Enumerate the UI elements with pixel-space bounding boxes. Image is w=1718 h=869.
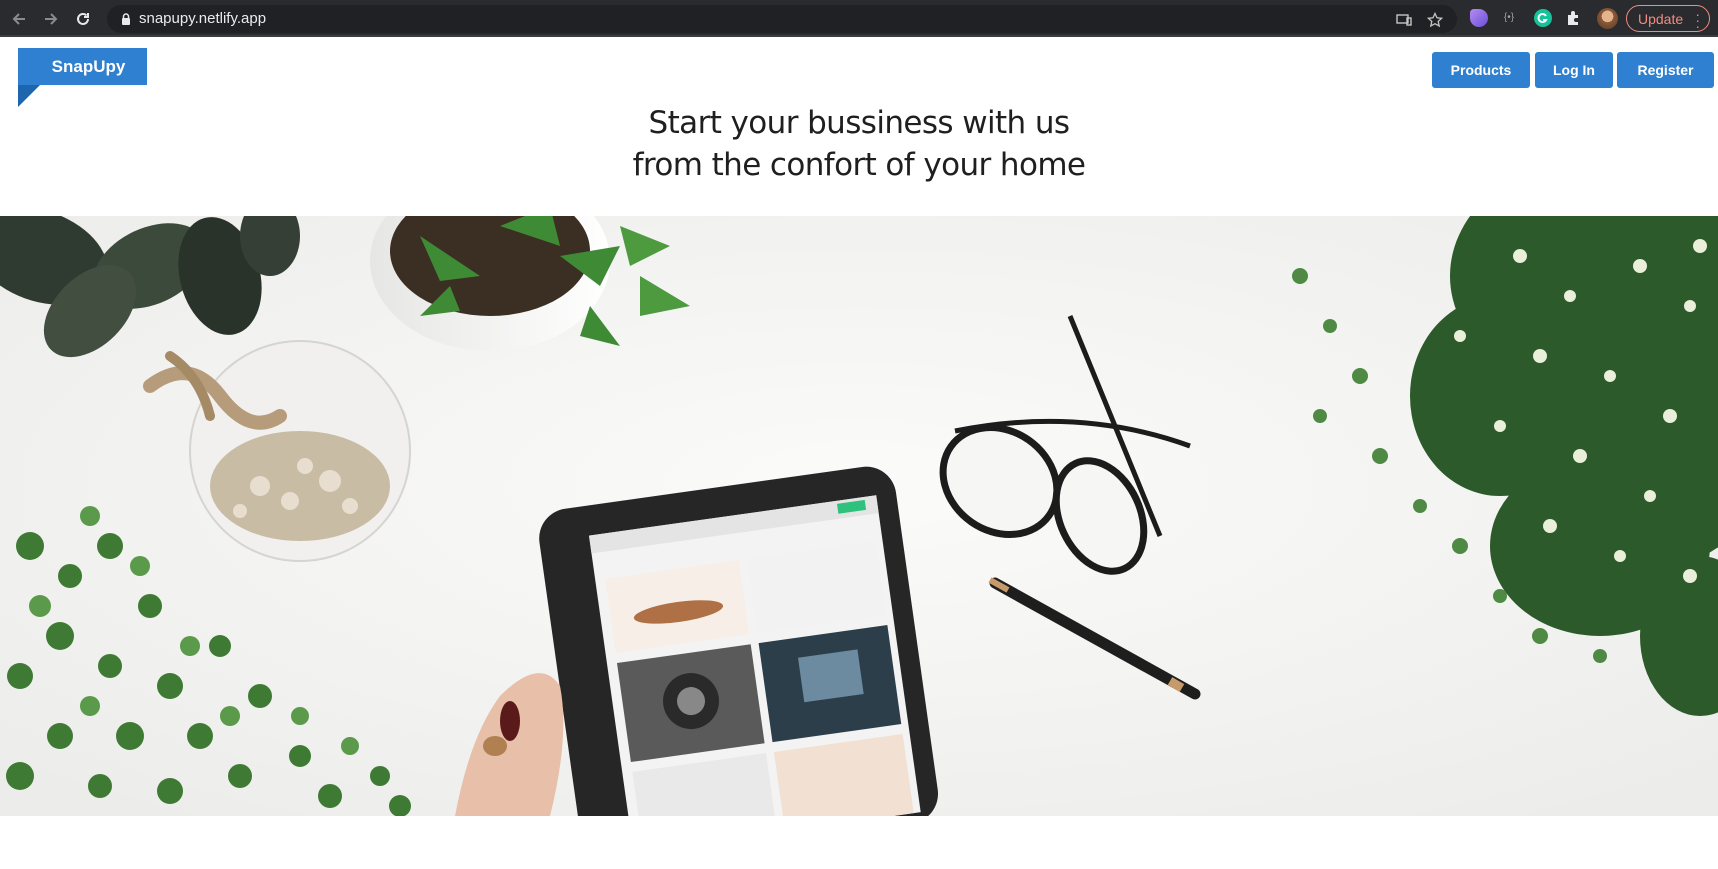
reload-button[interactable] [71, 7, 95, 31]
desk-scene-illustration: SAMSUNG [0, 216, 1718, 816]
more-vert-icon: · · · [1695, 6, 1700, 34]
grammarly-icon[interactable] [1534, 9, 1552, 27]
hero-heading: Start your bussiness with us from the co… [0, 102, 1718, 186]
products-label: Products [1450, 62, 1512, 78]
products-button[interactable]: Products [1432, 52, 1530, 88]
site-logo[interactable]: SnapUpy [18, 48, 147, 85]
hero-heading-line-1: Start your bussiness with us [648, 105, 1070, 141]
extension-purple-icon[interactable] [1470, 9, 1488, 27]
login-button[interactable]: Log In [1535, 52, 1613, 88]
register-label: Register [1637, 62, 1694, 78]
hero-heading-line-2: from the confort of your home [632, 147, 1086, 183]
reload-icon [77, 12, 89, 25]
browser-toolbar: snapupy.netlify.app {•} Update · · · [0, 0, 1718, 37]
back-button[interactable] [7, 7, 31, 31]
lock-icon [122, 13, 130, 25]
star-icon[interactable] [1427, 12, 1443, 28]
forward-button[interactable] [39, 7, 63, 31]
cast-icon[interactable] [1396, 12, 1412, 28]
address-bar[interactable]: snapupy.netlify.app [107, 5, 1457, 33]
register-button[interactable]: Register [1617, 52, 1714, 88]
avatar[interactable] [1597, 8, 1618, 29]
arrow-right-icon [45, 13, 58, 25]
hero-image: SAMSUNG [0, 216, 1718, 816]
update-label: Update [1638, 10, 1684, 27]
arrow-left-icon [12, 13, 25, 25]
tablet: SAMSUNG [539, 466, 939, 816]
extension-brackets-icon[interactable]: {•} [1500, 9, 1518, 27]
url-text: snapupy.netlify.app [139, 10, 267, 27]
login-label: Log In [1553, 62, 1595, 78]
update-button[interactable]: Update · · · [1626, 5, 1710, 34]
puzzle-icon[interactable] [1565, 9, 1583, 27]
logo-text: SnapUpy [51, 56, 126, 76]
